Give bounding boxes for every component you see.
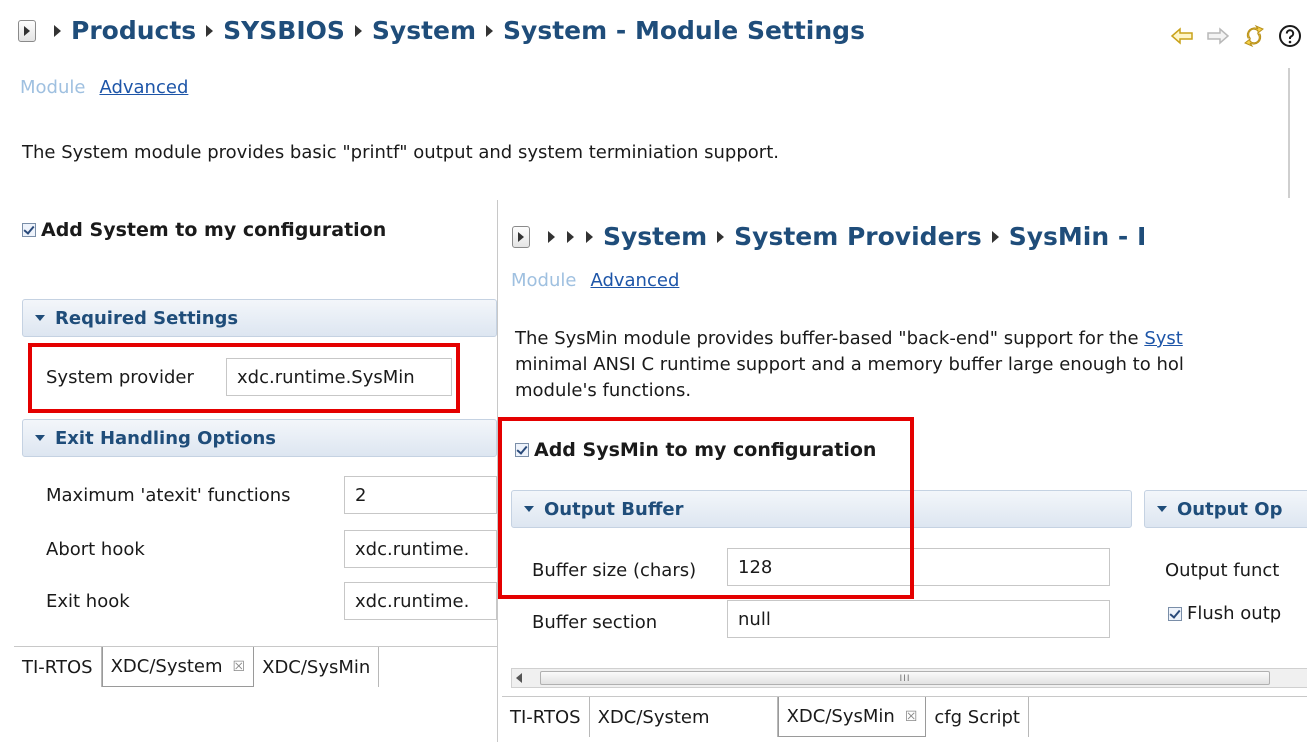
- tab-cfg-script[interactable]: cfg Script: [926, 697, 1029, 737]
- required-settings-label: Required Settings: [55, 307, 239, 329]
- chevron-right-icon: [717, 230, 725, 243]
- panel-edge: [1288, 68, 1290, 198]
- expand-triangle-icon: [1157, 506, 1167, 512]
- breadcrumb-menu-button[interactable]: [512, 225, 530, 248]
- output-func-label: Output funct: [1165, 560, 1280, 581]
- help-icon[interactable]: [1278, 24, 1302, 48]
- chevron-right-icon: [548, 230, 555, 243]
- tab-ti-rtos-label: TI-RTOS: [510, 706, 581, 728]
- expand-triangle-icon: [35, 315, 45, 321]
- tab-xdc-sysmin-label: XDC/SysMin: [262, 656, 371, 678]
- breadcrumb-menu-button[interactable]: [18, 19, 36, 42]
- flush-checkbox-row[interactable]: Flush outp: [1168, 603, 1281, 624]
- required-settings-header[interactable]: Required Settings: [22, 299, 497, 337]
- tab-module: Module: [20, 77, 86, 98]
- breadcrumb: System System Providers SysMin - I: [512, 222, 1146, 251]
- sysmin-module-settings-panel: System System Providers SysMin - I Modul…: [497, 200, 1307, 742]
- close-tab-icon[interactable]: ☒: [233, 659, 246, 675]
- exit-hook-label: Exit hook: [46, 591, 130, 612]
- checkbox-checked-icon[interactable]: [1168, 606, 1182, 621]
- breadcrumb-system-providers[interactable]: System Providers: [734, 222, 982, 251]
- scroll-thumb[interactable]: III: [540, 671, 1270, 685]
- breadcrumb-sysmin: SysMin - I: [1008, 222, 1147, 251]
- breadcrumb-module-settings: System - Module Settings: [503, 16, 865, 45]
- add-system-checkbox-row[interactable]: Add System to my configuration: [22, 219, 386, 241]
- tab-xdc-sysmin[interactable]: XDC/SysMin: [254, 647, 380, 687]
- sync-icon[interactable]: [1242, 24, 1266, 48]
- buffer-section-field[interactable]: null: [727, 600, 1110, 638]
- chevron-right-icon: [54, 24, 61, 37]
- scroll-grip: III: [899, 674, 911, 684]
- tab-xdc-sysmin[interactable]: XDC/SysMin ☒: [777, 697, 927, 737]
- back-arrow-icon[interactable]: [1170, 26, 1194, 46]
- tab-advanced[interactable]: Advanced: [590, 270, 679, 291]
- triangle-right-icon: [518, 231, 524, 242]
- chevron-right-icon: [206, 24, 214, 37]
- editor-tabbar: TI-RTOS XDC/System ☒ XDC/SysMin: [14, 646, 497, 687]
- max-atexit-label: Maximum 'atexit' functions: [46, 485, 291, 506]
- triangle-right-icon: [24, 25, 30, 36]
- tab-ti-rtos[interactable]: TI-RTOS: [502, 697, 590, 737]
- editor-tabbar: TI-RTOS XDC/System XDC/SysMin ☒ cfg Scri…: [502, 696, 1307, 737]
- tab-ti-rtos-label: TI-RTOS: [22, 656, 93, 678]
- buffer-section-label: Buffer section: [532, 612, 658, 633]
- chevron-right-icon: [991, 230, 999, 243]
- tab-xdc-system-label: XDC/System: [110, 656, 223, 677]
- breadcrumb-system[interactable]: System: [372, 16, 476, 45]
- breadcrumb: Products SYSBIOS System System - Module …: [18, 16, 865, 45]
- chevron-right-icon: [586, 230, 593, 243]
- tab-xdc-system[interactable]: XDC/System ☒: [101, 647, 255, 687]
- exit-handling-label: Exit Handling Options: [55, 427, 277, 449]
- tab-module: Module: [511, 270, 577, 291]
- close-tab-icon[interactable]: ☒: [905, 709, 918, 725]
- tab-xdc-sysmin-label: XDC/SysMin: [786, 706, 895, 727]
- tab-xdc-system[interactable]: XDC/System: [589, 697, 778, 737]
- module-description: The SysMin module provides buffer-based …: [515, 326, 1184, 404]
- output-options-header[interactable]: Output Op: [1144, 490, 1307, 528]
- flush-label: Flush outp: [1187, 603, 1282, 624]
- abort-hook-label: Abort hook: [46, 539, 145, 560]
- subtabs: Module Advanced: [20, 77, 188, 98]
- subtabs: Module Advanced: [511, 270, 679, 291]
- description-line-3: module's functions.: [515, 380, 692, 401]
- expand-triangle-icon: [35, 435, 45, 441]
- forward-arrow-icon[interactable]: [1206, 26, 1230, 46]
- max-atexit-field[interactable]: 2: [344, 476, 497, 514]
- tab-xdc-system-label: XDC/System: [597, 706, 710, 728]
- scroll-left-icon[interactable]: [516, 673, 522, 683]
- tab-ti-rtos[interactable]: TI-RTOS: [14, 647, 102, 687]
- highlight-system-provider: [28, 343, 460, 413]
- horizontal-scrollbar[interactable]: III: [511, 668, 1307, 688]
- tab-cfg-script-label: cfg Script: [934, 706, 1020, 728]
- tab-advanced[interactable]: Advanced: [99, 77, 188, 98]
- chevron-right-icon: [567, 230, 574, 243]
- output-options-label: Output Op: [1177, 498, 1283, 520]
- add-system-label: Add System to my configuration: [41, 219, 387, 241]
- breadcrumb-system[interactable]: System: [603, 222, 707, 251]
- description-line-1: The SysMin module provides buffer-based …: [515, 328, 1145, 349]
- system-link[interactable]: Syst: [1144, 328, 1183, 349]
- breadcrumb-sysbios[interactable]: SYSBIOS: [223, 16, 345, 45]
- breadcrumb-products[interactable]: Products: [71, 16, 196, 45]
- chevron-right-icon: [486, 24, 494, 37]
- exit-hook-field[interactable]: xdc.runtime.: [344, 582, 497, 620]
- module-description: The System module provides basic "printf…: [22, 142, 779, 163]
- exit-handling-header[interactable]: Exit Handling Options: [22, 419, 497, 457]
- highlight-sysmin-buffer: [498, 417, 914, 599]
- chevron-right-icon: [354, 24, 362, 37]
- checkbox-checked-icon[interactable]: [22, 223, 36, 237]
- nav-toolbar: [1170, 24, 1302, 48]
- abort-hook-field[interactable]: xdc.runtime.: [344, 530, 497, 568]
- description-line-2: minimal ANSI C runtime support and a mem…: [515, 354, 1184, 375]
